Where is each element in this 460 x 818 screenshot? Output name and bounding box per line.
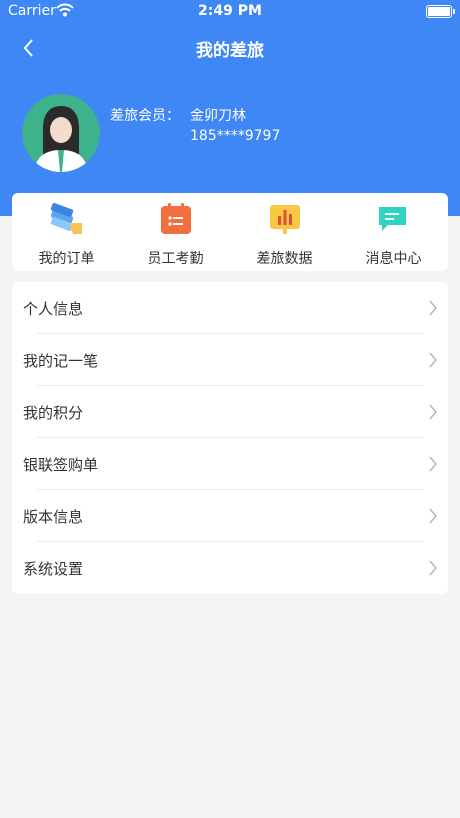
page-title: 我的差旅: [196, 41, 264, 61]
quick-action-travel-data[interactable]: 差旅数据: [230, 193, 339, 271]
menu-item-label: 版本信息: [23, 508, 84, 526]
menu-item-unionpay-receipt[interactable]: 银联签购单: [12, 438, 448, 490]
orders-icon: [50, 203, 82, 234]
quick-action-orders[interactable]: 我的订单: [12, 193, 121, 271]
menu-item-label: 个人信息: [23, 300, 84, 318]
menu-item-personal-info[interactable]: 个人信息: [12, 282, 448, 334]
status-time: 2:49 PM: [198, 3, 262, 19]
quick-action-messages[interactable]: 消息中心: [339, 193, 448, 271]
chevron-right-icon: [429, 300, 437, 316]
menu-item-points[interactable]: 我的积分: [12, 386, 448, 438]
menu-item-version-info[interactable]: 版本信息: [12, 490, 448, 542]
member-name: 金卯刀林: [190, 108, 246, 124]
status-bar: Carrier 2:49 PM: [0, 0, 460, 24]
avatar-female-icon: [22, 94, 100, 172]
member-label: 差旅会员：: [110, 108, 180, 124]
menu-item-label: 银联签购单: [23, 456, 99, 474]
menu-item-label: 系统设置: [23, 560, 84, 578]
menu-item-notes[interactable]: 我的记一笔: [12, 334, 448, 386]
quick-actions-card: 我的订单 员工考勤 差旅数据 消息中心: [12, 193, 448, 271]
chevron-right-icon: [429, 456, 437, 472]
chevron-right-icon: [429, 508, 437, 524]
battery-icon: [426, 5, 455, 18]
attendance-calendar-icon: [161, 203, 191, 234]
quick-action-label: 我的订单: [38, 251, 95, 267]
quick-action-label: 消息中心: [365, 251, 422, 267]
quick-action-attendance[interactable]: 员工考勤: [121, 193, 230, 271]
quick-action-label: 差旅数据: [256, 251, 313, 267]
menu-item-label: 我的积分: [23, 404, 84, 422]
menu-item-system-settings[interactable]: 系统设置: [12, 542, 448, 594]
settings-menu: 个人信息 我的记一笔 我的积分 银联签购单 版本信息 系统设置: [12, 282, 448, 594]
quick-action-label: 员工考勤: [147, 251, 204, 267]
chevron-right-icon: [429, 352, 437, 368]
member-phone: 185****9797: [190, 128, 281, 144]
data-chart-icon: [270, 205, 300, 234]
nav-bar: 我的差旅: [0, 28, 460, 68]
chevron-right-icon: [429, 404, 437, 420]
menu-item-label: 我的记一笔: [23, 352, 99, 370]
message-icon: [379, 207, 406, 231]
chevron-right-icon: [429, 560, 437, 576]
